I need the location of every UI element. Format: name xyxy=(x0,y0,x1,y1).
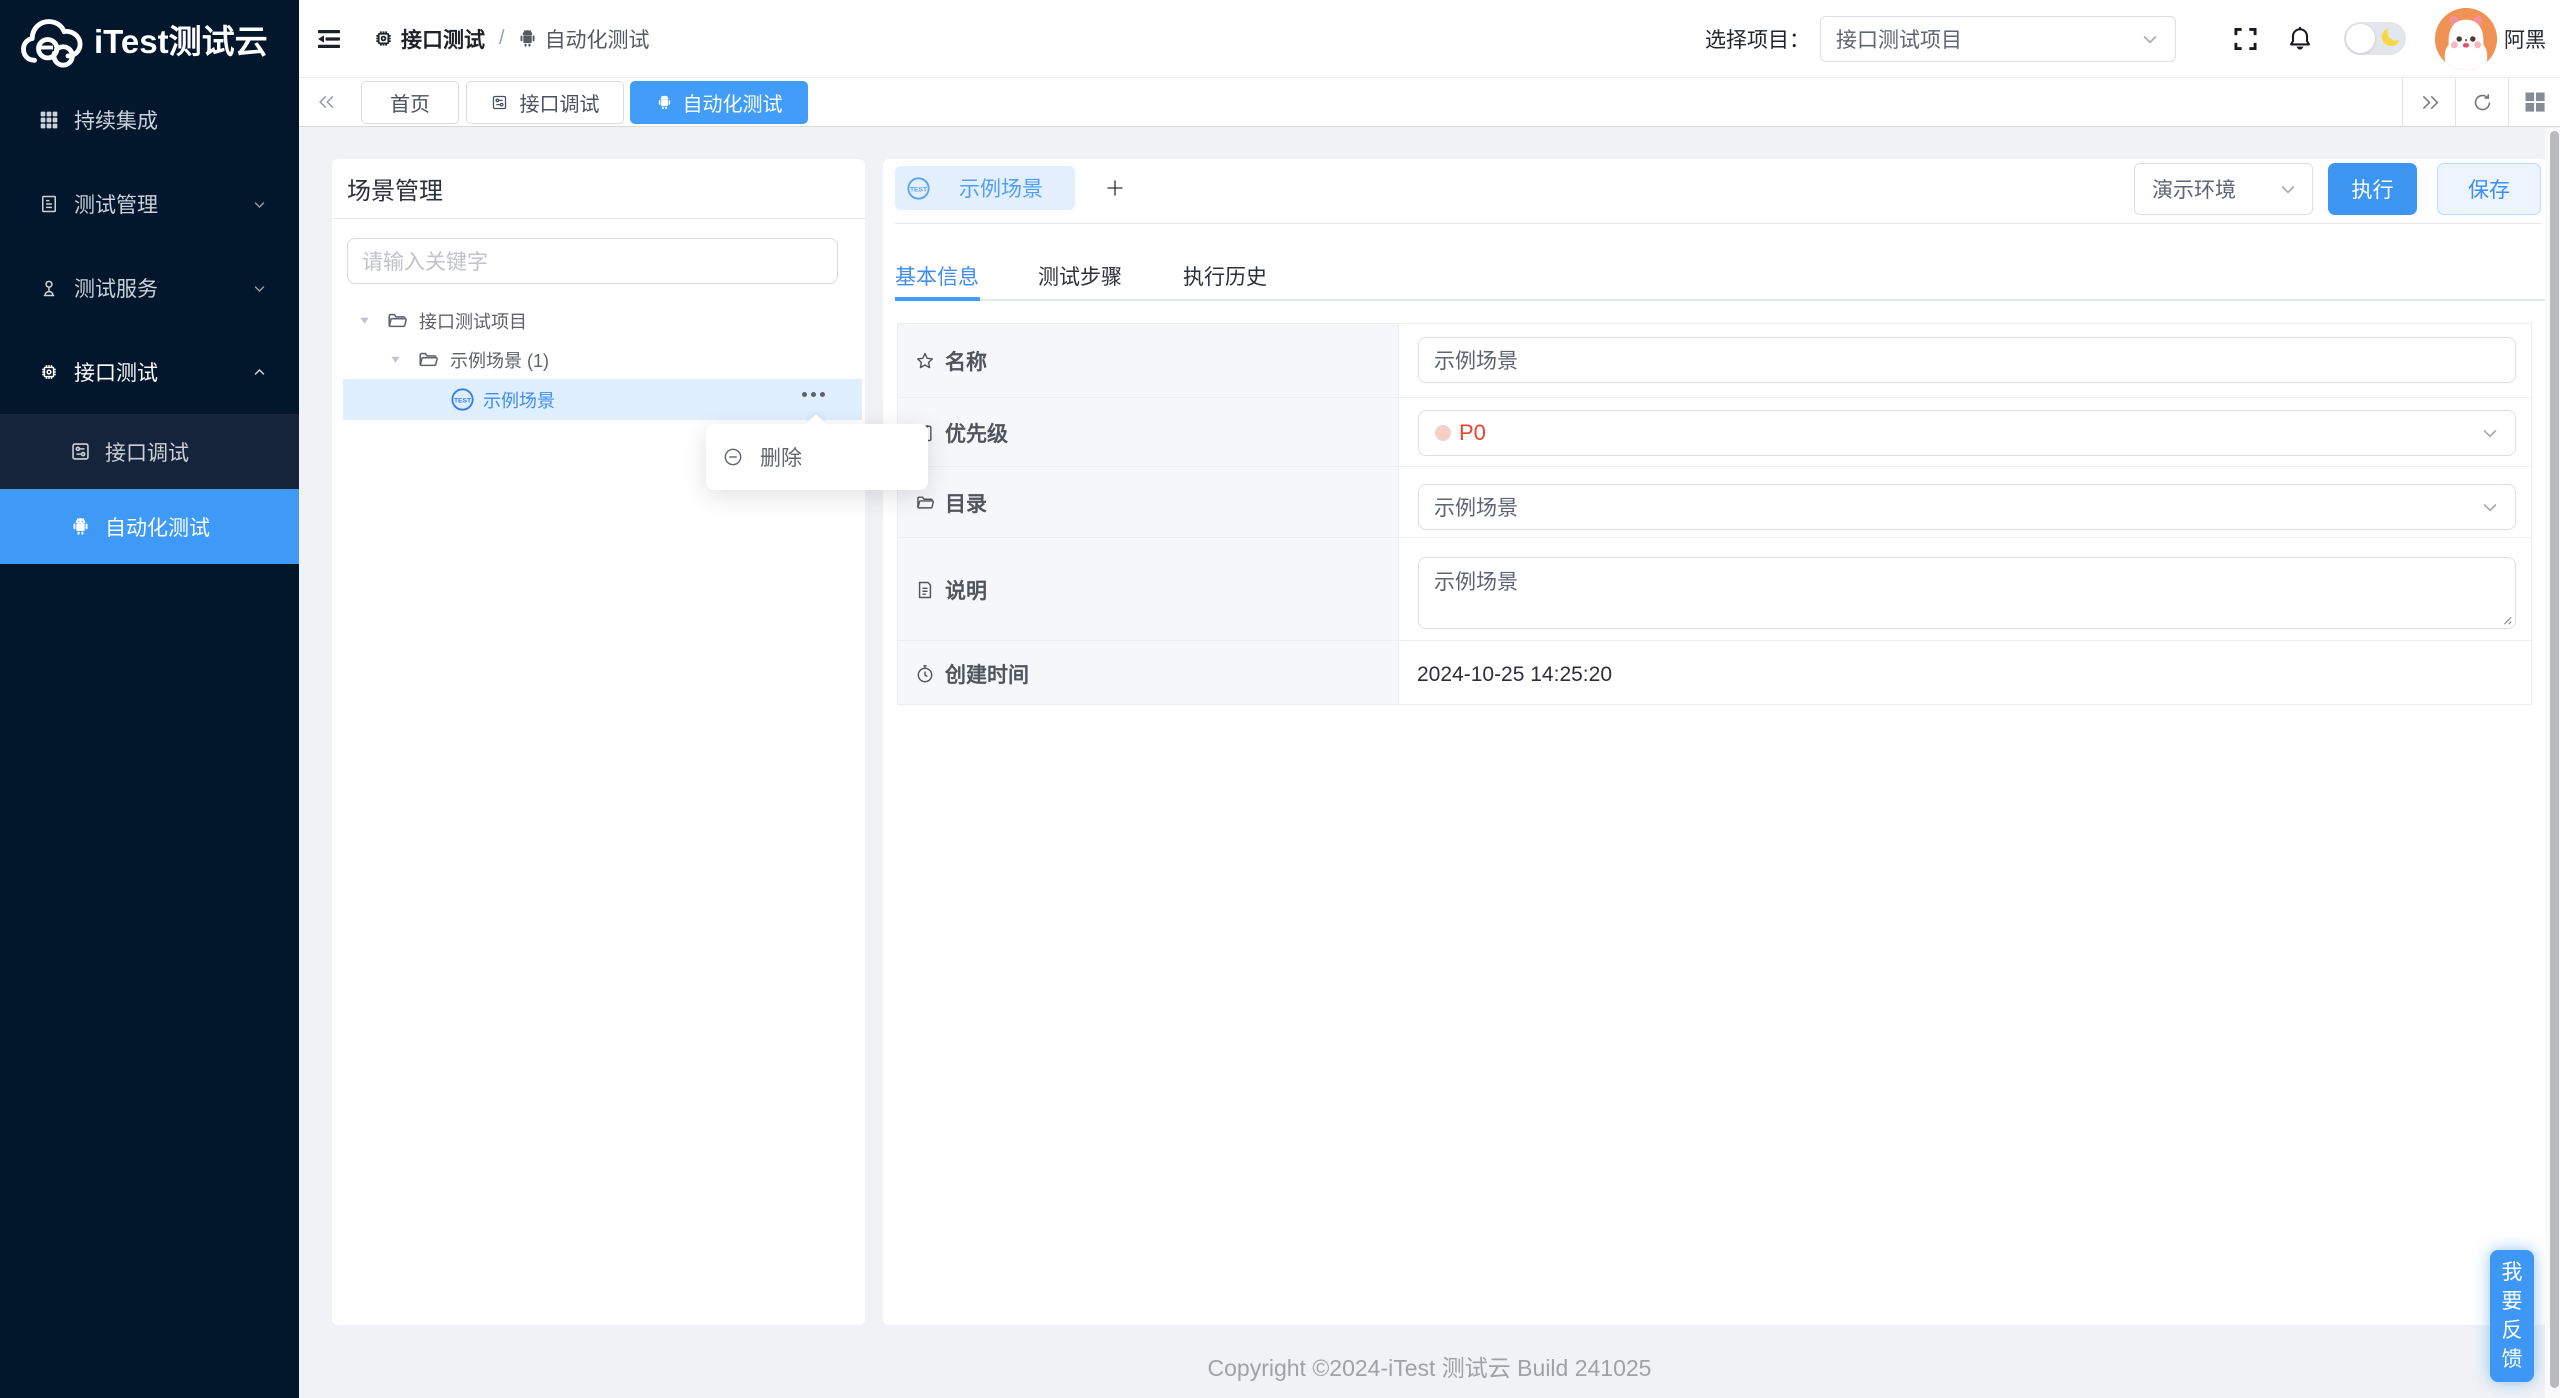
svg-text:TEST: TEST xyxy=(454,397,472,404)
svg-text:TEST: TEST xyxy=(910,186,928,193)
